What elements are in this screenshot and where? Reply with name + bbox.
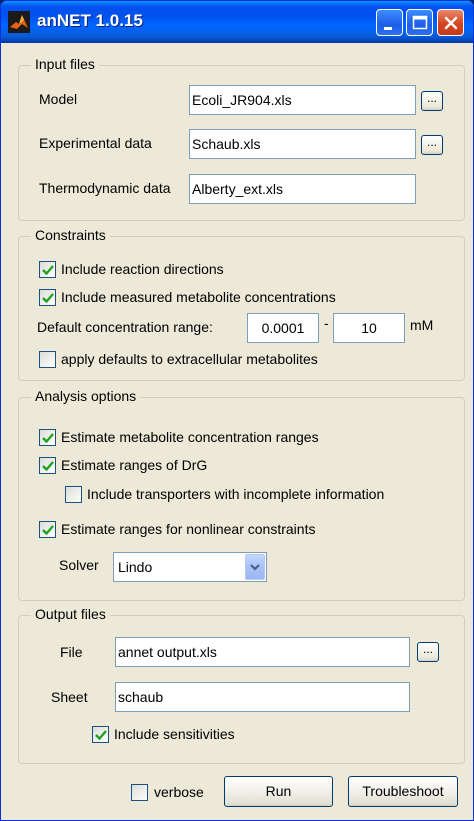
model-label: Model [39,91,78,107]
sheet-label: Sheet [51,689,88,705]
include-sensitivities-checkbox[interactable] [92,726,109,743]
troubleshoot-button[interactable]: Troubleshoot [348,776,458,807]
range-separator: - [324,315,329,331]
estimate-drg-checkbox[interactable] [39,457,56,474]
minimize-button[interactable] [376,9,403,36]
include-directions-label: Include reaction directions [61,261,224,277]
input-files-title: Input files [31,56,99,72]
output-browse-button[interactable]: ... [417,642,439,662]
close-button[interactable] [437,9,464,36]
thermodynamic-data-label: Thermodynamic data [39,180,171,196]
verbose-checkbox[interactable] [131,784,148,801]
output-files-group: Output files File annet output.xls ... S… [18,606,465,764]
solver-dropdown[interactable]: Lindo [113,552,267,582]
sheet-field[interactable]: schaub [115,682,410,712]
experimental-data-label: Experimental data [39,135,152,151]
maximize-button[interactable] [406,9,433,36]
thermodynamic-data-field[interactable]: Alberty_ext.xls [189,174,416,204]
estimate-nonlinear-label: Estimate ranges for nonlinear constraint… [61,521,316,537]
window-title: anNET 1.0.15 [37,11,143,30]
include-transporters-label: Include transporters with incomplete inf… [87,486,385,502]
solver-value: Lindo [118,559,153,575]
include-transporters-checkbox[interactable] [65,486,82,503]
chevron-down-icon[interactable] [245,554,265,580]
experimental-browse-button[interactable]: ... [421,135,443,155]
analysis-options-title: Analysis options [31,388,141,404]
include-measured-checkbox[interactable] [39,289,56,306]
file-label: File [60,644,83,660]
verbose-label: verbose [154,784,204,800]
range-unit-label: mM [410,317,434,333]
estimate-conc-checkbox[interactable] [39,429,56,446]
run-button[interactable]: Run [224,776,333,807]
estimate-conc-label: Estimate metabolite concentration ranges [61,429,319,445]
title-bar[interactable]: anNET 1.0.15 [1,1,473,43]
include-measured-label: Include measured metabolite concentratio… [61,289,336,305]
apply-defaults-checkbox[interactable] [39,351,56,368]
range-min-field[interactable]: 0.0001 [247,313,319,343]
include-sensitivities-label: Include sensitivities [114,726,235,742]
constraints-group: Constraints Include reaction directions … [18,227,465,381]
estimate-drg-label: Estimate ranges of DrG [61,457,208,473]
experimental-data-field[interactable]: Schaub.xls [189,129,416,159]
matlab-logo-icon [8,11,30,33]
annet-window: anNET 1.0.15 Input files Model Ecoli_JR9… [0,0,474,821]
range-max-field[interactable]: 10 [333,313,405,343]
include-directions-checkbox[interactable] [39,261,56,278]
model-browse-button[interactable]: ... [421,91,443,111]
model-field[interactable]: Ecoli_JR904.xls [189,85,416,115]
estimate-nonlinear-checkbox[interactable] [39,521,56,538]
output-file-field[interactable]: annet output.xls [115,637,410,667]
constraints-title: Constraints [31,227,110,243]
output-files-title: Output files [31,606,110,622]
input-files-group: Input files Model Ecoli_JR904.xls ... Ex… [18,56,465,221]
analysis-options-group: Analysis options Estimate metabolite con… [18,388,465,601]
solver-label: Solver [59,557,99,573]
default-range-label: Default concentration range: [37,319,213,335]
apply-defaults-label: apply defaults to extracellular metaboli… [61,351,318,367]
